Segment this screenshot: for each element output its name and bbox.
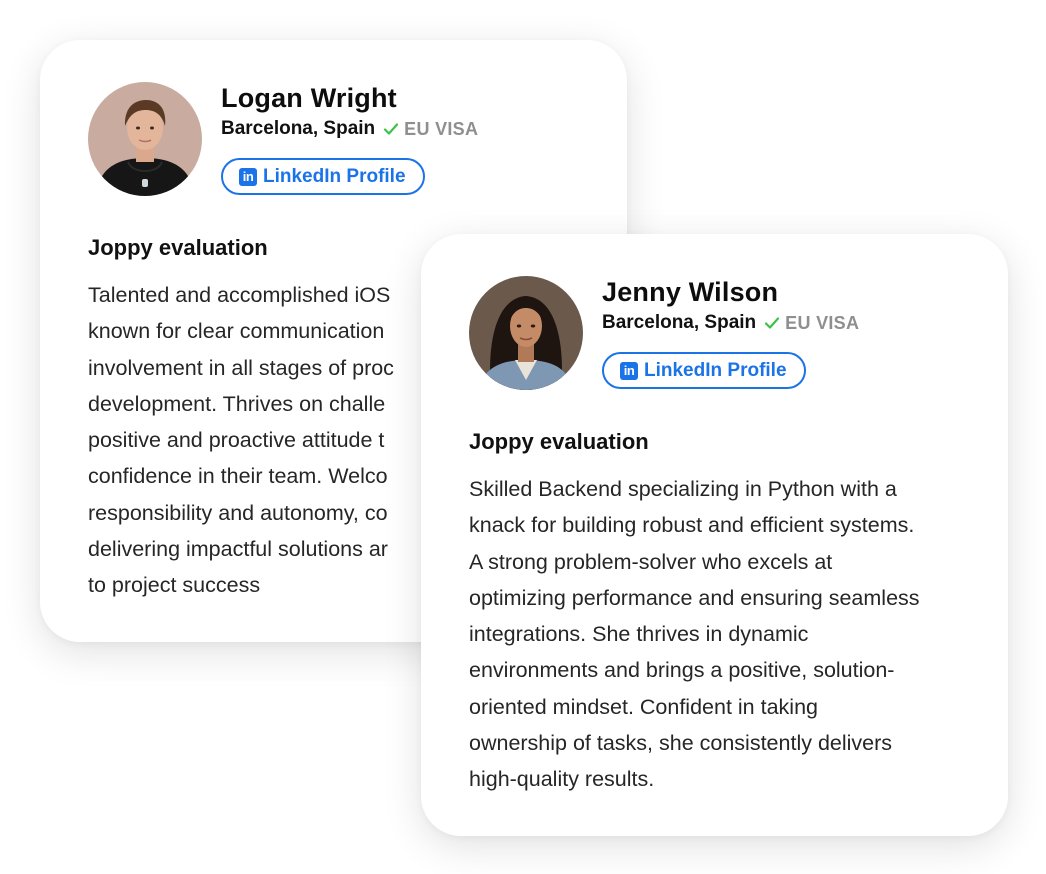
evaluation-line: optimizing performance and ensuring seam…	[469, 585, 920, 610]
linkedin-profile-label: LinkedIn Profile	[263, 165, 406, 187]
avatar	[469, 276, 583, 390]
evaluation-line: knack for building robust and efficient …	[469, 513, 915, 538]
evaluation-line: oriented mindset. Confident in taking	[469, 694, 818, 719]
evaluation-line: ownership of tasks, she consistently del…	[469, 731, 893, 756]
evaluation-line: environments and brings a positive, solu…	[469, 658, 895, 683]
linkedin-icon: in	[620, 361, 638, 380]
evaluation-line: high-quality results.	[469, 767, 655, 792]
evaluation-line: A strong problem-solver who excels at	[469, 549, 833, 574]
evaluation-title: Joppy evaluation	[469, 429, 649, 454]
candidate-card-jenny[interactable]: Jenny Wilson Barcelona, Spain EU VISA in…	[421, 234, 1008, 836]
check-icon	[383, 121, 399, 137]
linkedin-profile-label: LinkedIn Profile	[644, 359, 787, 381]
candidate-location: Barcelona, Spain	[221, 118, 376, 139]
evaluation-line: integrations. She thrives in dynamic	[469, 622, 809, 647]
candidate-name: Jenny Wilson	[602, 277, 779, 307]
evaluation-text: Skilled Backend specializing in Python w…	[469, 471, 974, 798]
linkedin-profile-button[interactable]: in LinkedIn Profile	[602, 352, 806, 389]
visa-status: EU VISA	[785, 312, 860, 333]
linkedin-profile-button[interactable]: in LinkedIn Profile	[221, 158, 425, 195]
visa-status: EU VISA	[404, 118, 479, 139]
location-row: Barcelona, Spain EU VISA	[602, 312, 859, 334]
evaluation-title: Joppy evaluation	[88, 235, 268, 260]
evaluation-line: Skilled Backend specializing in Python w…	[469, 477, 897, 501]
check-icon	[764, 315, 780, 331]
location-row: Barcelona, Spain EU VISA	[221, 118, 478, 140]
candidate-name: Logan Wright	[221, 83, 397, 113]
linkedin-icon: in	[239, 167, 257, 186]
avatar	[88, 82, 202, 196]
candidate-location: Barcelona, Spain	[602, 312, 757, 333]
